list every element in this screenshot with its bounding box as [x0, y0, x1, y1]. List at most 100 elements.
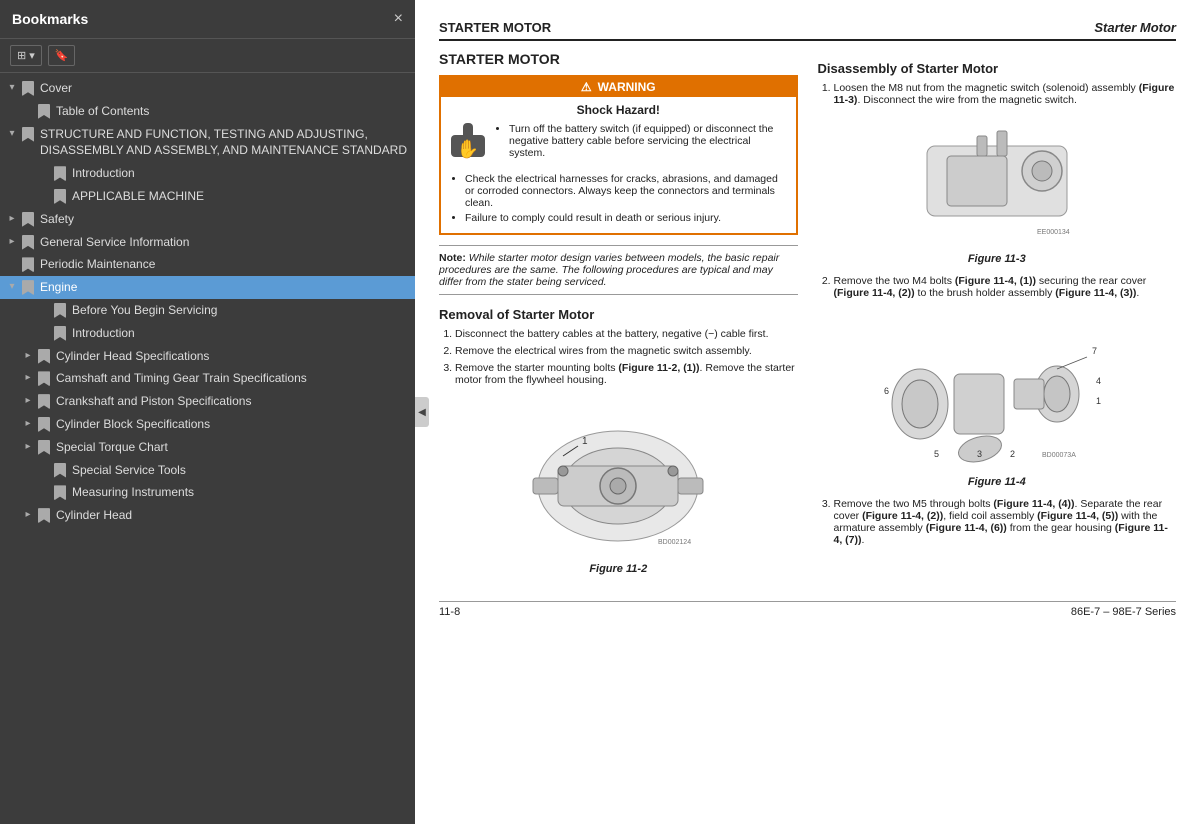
bookmark-item-measuring[interactable]: Measuring Instruments	[0, 481, 415, 504]
bookmark-item-toc[interactable]: Table of Contents	[0, 100, 415, 123]
bookmark-icon-intro2	[52, 326, 68, 340]
disassembly-steps: Loosen the M8 nut from the magnetic swit…	[834, 82, 1177, 106]
removal-step-1: Disconnect the battery cables at the bat…	[455, 328, 798, 340]
bookmark-item-structure[interactable]: STRUCTURE AND FUNCTION, TESTING AND ADJU…	[0, 123, 415, 163]
bookmark-item-special-torque[interactable]: Special Torque Chart	[0, 436, 415, 459]
svg-text:✋: ✋	[457, 138, 479, 159]
bookmark-item-cylinder-head2[interactable]: Cylinder Head	[0, 504, 415, 527]
bookmark-icon-intro1	[52, 166, 68, 180]
warning-extra-bullets: Check the electrical harnesses for crack…	[451, 173, 786, 224]
warning-bullets: Turn off the battery switch (if equipped…	[495, 123, 786, 167]
sidebar-collapse-button[interactable]: ◀	[415, 397, 429, 427]
warning-header: ⚠ WARNING	[441, 77, 796, 97]
warning-bullet-3: Failure to comply could result in death …	[465, 212, 786, 224]
bookmark-label-safety: Safety	[40, 211, 407, 228]
expand-arrow-cylinder-head[interactable]	[20, 349, 36, 363]
bookmark-label-cylinder-head2: Cylinder Head	[56, 507, 407, 524]
bookmark-icon-cylinder-head2	[36, 508, 52, 522]
bookmark-label-periodic: Periodic Maintenance	[40, 256, 407, 273]
bookmark-item-applicable[interactable]: APPLICABLE MACHINE	[0, 185, 415, 208]
warning-header-text: WARNING	[598, 80, 656, 94]
bookmark-item-periodic[interactable]: Periodic Maintenance	[0, 253, 415, 276]
bookmark-label-general: General Service Information	[40, 234, 407, 251]
bookmark-label-engine: Engine	[40, 279, 407, 296]
removal-steps: Disconnect the battery cables at the bat…	[455, 328, 798, 386]
page-footer: 11-8 86E-7 – 98E-7 Series	[439, 601, 1176, 618]
disassembly-step-3: Remove the two M5 through bolts (Figure …	[834, 498, 1177, 546]
right-column: Disassembly of Starter Motor Loosen the …	[818, 51, 1177, 585]
note-text: While starter motor design varies betwee…	[439, 252, 779, 288]
bookmark-icon-applicable	[52, 189, 68, 203]
svg-text:EE000134: EE000134	[1037, 229, 1070, 236]
expand-arrow-camshaft[interactable]	[20, 371, 36, 385]
bookmark-item-before[interactable]: Before You Begin Servicing	[0, 299, 415, 322]
expand-arrow-cylinder-head2[interactable]	[20, 508, 36, 522]
bookmark-icon-cover	[20, 81, 36, 95]
expand-arrow-crankshaft[interactable]	[20, 394, 36, 408]
bookmark-item-engine[interactable]: Engine	[0, 276, 415, 299]
bookmark-item-intro1[interactable]: Introduction	[0, 162, 415, 185]
sidebar: Bookmarks × ⊞ ▾ 🔖 Cover Table of Content…	[0, 0, 415, 824]
disassembly-title: Disassembly of Starter Motor	[818, 61, 1177, 76]
bookmark-label-special-torque: Special Torque Chart	[56, 439, 407, 456]
bookmark-item-intro2[interactable]: Introduction	[0, 322, 415, 345]
svg-text:4: 4	[1096, 376, 1101, 386]
expand-arrow-cover[interactable]	[4, 81, 20, 95]
bookmark-label-applicable: APPLICABLE MACHINE	[72, 188, 407, 205]
disassembly-steps-3: Remove the two M5 through bolts (Figure …	[834, 498, 1177, 546]
sidebar-title: Bookmarks	[12, 11, 88, 27]
removal-step-2: Remove the electrical wires from the mag…	[455, 345, 798, 357]
bookmark-add-button[interactable]: 🔖	[48, 45, 76, 66]
bookmark-item-cylinder-head[interactable]: Cylinder Head Specifications	[0, 345, 415, 368]
view-toggle-button[interactable]: ⊞ ▾	[10, 45, 42, 66]
sidebar-header: Bookmarks ×	[0, 0, 415, 39]
bookmark-item-general[interactable]: General Service Information	[0, 231, 415, 254]
figure-11-2-diagram: 1 BD002124	[503, 396, 733, 556]
bookmark-label-toc: Table of Contents	[56, 103, 407, 120]
svg-text:7: 7	[1092, 346, 1097, 356]
removal-step-3: Remove the starter mounting bolts (Figur…	[455, 362, 798, 386]
bookmark-item-cylinder-block[interactable]: Cylinder Block Specifications	[0, 413, 415, 436]
expand-arrow-engine[interactable]	[4, 280, 20, 294]
warning-body: ✋ Turn off the battery switch (if equipp…	[451, 123, 786, 167]
expand-arrow-safety[interactable]	[4, 212, 20, 226]
bookmark-item-cover[interactable]: Cover	[0, 77, 415, 100]
svg-text:6: 6	[884, 386, 889, 396]
svg-text:5: 5	[934, 449, 939, 459]
expand-arrow-special-torque[interactable]	[20, 440, 36, 454]
bookmark-icon-before	[52, 303, 68, 317]
svg-text:BD00073A: BD00073A	[1042, 452, 1076, 459]
bookmark-label-cylinder-block: Cylinder Block Specifications	[56, 416, 407, 433]
removal-title: Removal of Starter Motor	[439, 307, 798, 322]
bookmark-icon-safety	[20, 212, 36, 226]
page-number: 11-8	[439, 606, 460, 618]
bookmark-label-cylinder-head: Cylinder Head Specifications	[56, 348, 407, 365]
warning-triangle-icon: ⚠	[581, 80, 592, 94]
bookmark-icon-special-torque	[36, 440, 52, 454]
bookmark-item-safety[interactable]: Safety	[0, 208, 415, 231]
bookmark-item-crankshaft[interactable]: Crankshaft and Piston Specifications	[0, 390, 415, 413]
expand-arrow-structure[interactable]	[4, 127, 20, 141]
bookmark-label-cover: Cover	[40, 80, 407, 97]
header-title-left: STARTER MOTOR	[439, 20, 551, 35]
document-body: STARTER MOTOR ⚠ WARNING Shock Hazard! ✋	[439, 51, 1176, 585]
bookmark-icon-general	[20, 235, 36, 249]
left-column: STARTER MOTOR ⚠ WARNING Shock Hazard! ✋	[439, 51, 798, 585]
figure-11-3-label: Figure 11-3	[818, 253, 1177, 265]
close-button[interactable]: ×	[394, 10, 403, 28]
bookmark-icon-structure	[20, 127, 36, 141]
figure-11-4-label: Figure 11-4	[818, 476, 1177, 488]
bookmark-icon-crankshaft	[36, 394, 52, 408]
bookmark-item-camshaft[interactable]: Camshaft and Timing Gear Train Specifica…	[0, 367, 415, 390]
expand-arrow-general[interactable]	[4, 235, 20, 249]
header-title-right: Starter Motor	[1094, 20, 1176, 35]
bookmark-label-intro2: Introduction	[72, 325, 407, 342]
svg-text:BD002124: BD002124	[658, 539, 691, 546]
bookmark-icon-toc	[36, 104, 52, 118]
bookmark-icon-cylinder-block	[36, 417, 52, 431]
figure-11-4-container: 7 4 1 6 5 3 2 BD00073A Figure 11-4	[818, 309, 1177, 488]
note-label: Note:	[439, 252, 466, 264]
bookmark-item-special-service[interactable]: Special Service Tools	[0, 459, 415, 482]
expand-arrow-cylinder-block[interactable]	[20, 417, 36, 431]
series-label: 86E-7 – 98E-7 Series	[1071, 606, 1176, 618]
